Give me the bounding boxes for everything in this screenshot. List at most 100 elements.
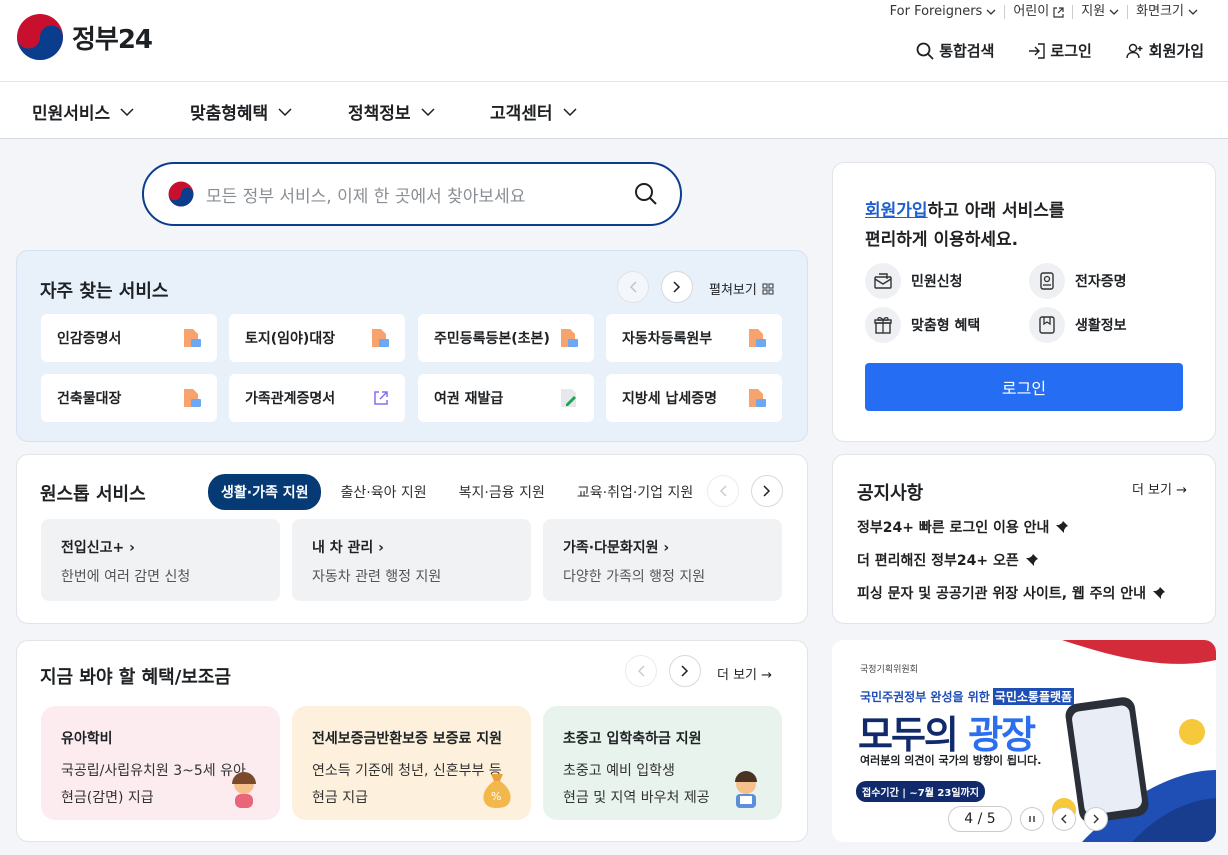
chevron-down-icon bbox=[421, 107, 435, 116]
benefit-card[interactable]: 유아학비 국공립/사립유치원 3~5세 유아 현금(감면) 지급 bbox=[41, 706, 280, 820]
service-e-certificate[interactable]: 전자증명 bbox=[1029, 263, 1127, 299]
nav-customer-center[interactable]: 고객센터 bbox=[490, 99, 577, 124]
notice-text: 정부24+ 빠른 로그인 이용 안내 bbox=[857, 520, 1050, 536]
banner-subtitle-a: 국민주권정부 완성을 위한 bbox=[860, 690, 990, 704]
external-link-icon bbox=[374, 391, 388, 405]
service-label: 건축물대장 bbox=[57, 391, 122, 407]
nav-civil-service[interactable]: 민원서비스 bbox=[32, 99, 134, 124]
notice-panel: 공지사항 더 보기 → 정부24+ 빠른 로그인 이용 안내 더 편리해진 정부… bbox=[832, 454, 1216, 624]
service-life-info[interactable]: 생활정보 bbox=[1029, 307, 1127, 343]
login-label: 로그인 bbox=[1050, 42, 1092, 60]
service-label: 주민등록등본(초본) bbox=[434, 331, 550, 347]
onestop-item[interactable]: 전입신고+ › 한번에 여러 감면 신청 bbox=[41, 519, 280, 601]
service-label: 지방세 납세증명 bbox=[622, 391, 718, 407]
notice-more-link[interactable]: 더 보기 → bbox=[1132, 479, 1187, 498]
notice-item[interactable]: 피싱 문자 및 공공기관 위장 사이트, 웹 주의 안내 bbox=[857, 583, 1166, 603]
prev-button[interactable] bbox=[707, 475, 739, 507]
banner-period: 접수기간 | ~7월 23일까지 bbox=[856, 781, 985, 802]
next-button[interactable] bbox=[751, 475, 783, 507]
integrated-search-label: 통합검색 bbox=[939, 42, 995, 60]
pin-icon bbox=[1056, 521, 1069, 533]
pause-button[interactable] bbox=[1020, 807, 1044, 831]
for-foreigners-label: For Foreigners bbox=[889, 4, 983, 19]
nav-policy-info[interactable]: 정책정보 bbox=[348, 99, 435, 124]
signup-link[interactable]: 회원가입 bbox=[1126, 40, 1204, 61]
pause-icon bbox=[1029, 816, 1035, 822]
notice-title: 공지사항 bbox=[857, 483, 924, 504]
signup-promo-heading: 회원가입하고 아래 서비스를 편리하게 이용하세요. bbox=[865, 197, 1065, 255]
login-link[interactable]: 로그인 bbox=[1028, 40, 1092, 61]
service-label: 생활정보 bbox=[1075, 318, 1127, 334]
banner-next-button[interactable] bbox=[1084, 807, 1108, 831]
service-label: 토지(임야)대장 bbox=[245, 331, 336, 347]
favorite-services-title: 자주 찾는 서비스 bbox=[40, 281, 169, 302]
chevron-left-icon bbox=[637, 665, 645, 677]
benefit-title: 유아학비 bbox=[61, 731, 113, 747]
promo-text: 편리하게 이용하세요. bbox=[865, 230, 1019, 250]
onestop-item[interactable]: 가족·다문화지원 › 다양한 가족의 행정 지원 bbox=[543, 519, 782, 601]
service-tile[interactable]: 토지(임야)대장 bbox=[229, 314, 405, 362]
next-button[interactable] bbox=[661, 271, 693, 303]
prev-button[interactable] bbox=[625, 655, 657, 687]
expand-button[interactable]: 펼쳐보기 bbox=[709, 279, 774, 298]
chevron-left-icon bbox=[629, 281, 637, 293]
benefits-more-link[interactable]: 더 보기 → bbox=[717, 664, 772, 683]
banner-subtitle-b: 국민소통플랫폼 bbox=[992, 688, 1075, 705]
banner-subtitle: 국민주권정부 완성을 위한 국민소통플랫폼 bbox=[860, 688, 1075, 705]
onestop-item-title: 가족·다문화지원 › bbox=[563, 540, 670, 556]
search-icon bbox=[916, 42, 934, 60]
benefit-title: 전세보증금반환보증 보증료 지원 bbox=[312, 731, 503, 747]
service-label: 자동차등록원부 bbox=[622, 331, 713, 347]
chevron-down-icon bbox=[563, 107, 577, 116]
nav-custom-benefits[interactable]: 맞춤형혜택 bbox=[190, 99, 292, 124]
prev-button[interactable] bbox=[617, 271, 649, 303]
login-button[interactable]: 로그인 bbox=[865, 363, 1183, 411]
signup-link[interactable]: 회원가입 bbox=[865, 201, 928, 221]
support-menu[interactable]: 지원 bbox=[1072, 5, 1127, 19]
bookmark-icon bbox=[1029, 307, 1065, 343]
service-tile[interactable]: 여권 재발급 bbox=[418, 374, 594, 422]
tab-birth-childcare[interactable]: 출산·육아 지원 bbox=[327, 474, 439, 510]
integrated-search-button[interactable]: 통합검색 bbox=[916, 40, 994, 61]
for-foreigners-menu[interactable]: For Foreigners bbox=[882, 5, 1005, 19]
pdf-document-icon bbox=[561, 329, 578, 347]
service-tile[interactable]: 인감증명서 bbox=[41, 314, 217, 362]
search-input[interactable]: 모든 정부 서비스, 이제 한 곳에서 찾아보세요 bbox=[206, 182, 634, 207]
logo[interactable]: 정부24 bbox=[16, 13, 153, 61]
edit-document-icon bbox=[561, 389, 576, 407]
login-icon bbox=[1029, 42, 1046, 59]
service-tile[interactable]: 지방세 납세증명 bbox=[606, 374, 782, 422]
onestop-item-title: 내 차 관리 › bbox=[312, 540, 384, 556]
service-custom-benefit[interactable]: 맞춤형 혜택 bbox=[865, 307, 980, 343]
notice-item[interactable]: 더 편리해진 정부24+ 오픈 bbox=[857, 550, 1039, 570]
service-label: 여권 재발급 bbox=[434, 391, 504, 407]
notice-item[interactable]: 정부24+ 빠른 로그인 이용 안내 bbox=[857, 517, 1069, 537]
screen-size-menu[interactable]: 화면크기 bbox=[1127, 5, 1206, 19]
service-tile[interactable]: 주민등록등본(초본) bbox=[418, 314, 594, 362]
promo-banner[interactable]: 국정기획위원회 국민주권정부 완성을 위한 국민소통플랫폼 모두의 광장 여러분의… bbox=[832, 640, 1216, 842]
service-tile[interactable]: 건축물대장 bbox=[41, 374, 217, 422]
onestop-title: 원스톱 서비스 bbox=[40, 484, 146, 505]
chevron-down-icon bbox=[278, 107, 292, 116]
tab-life-family[interactable]: 생활·가족 지원 bbox=[208, 474, 322, 510]
nav-label: 정책정보 bbox=[348, 104, 411, 124]
pdf-document-icon bbox=[749, 389, 766, 407]
gift-icon bbox=[865, 307, 901, 343]
main-search-bar[interactable]: 모든 정부 서비스, 이제 한 곳에서 찾아보세요 bbox=[142, 162, 682, 226]
benefit-card[interactable]: 초중고 입학축하금 지원 초중고 예비 입학생 현금 및 지역 바우처 제공 bbox=[543, 706, 782, 820]
tab-welfare-finance[interactable]: 복지·금융 지원 bbox=[446, 474, 558, 510]
onestop-item[interactable]: 내 차 관리 › 자동차 관련 행정 지원 bbox=[292, 519, 531, 601]
service-tile[interactable]: 자동차등록원부 bbox=[606, 314, 782, 362]
next-button[interactable] bbox=[669, 655, 701, 687]
benefits-title: 지금 봐야 할 혜택/보조금 bbox=[40, 667, 231, 688]
service-tile[interactable]: 가족관계증명서 bbox=[229, 374, 405, 422]
banner-page-count: 4 / 5 bbox=[948, 806, 1012, 832]
kids-link[interactable]: 어린이 bbox=[1004, 5, 1072, 19]
service-civil-apply[interactable]: 민원신청 bbox=[865, 263, 963, 299]
banner-prev-button[interactable] bbox=[1052, 807, 1076, 831]
benefit-card[interactable]: 전세보증금반환보증 보증료 지원 연소득 기준에 청년, 신혼부부 등 현금 지… bbox=[292, 706, 531, 820]
logo-text: 정부24 bbox=[72, 24, 153, 55]
screen-size-label: 화면크기 bbox=[1136, 4, 1184, 19]
search-icon[interactable] bbox=[634, 182, 658, 206]
tab-education-employment[interactable]: 교육·취업·기업 지원 bbox=[564, 474, 706, 510]
